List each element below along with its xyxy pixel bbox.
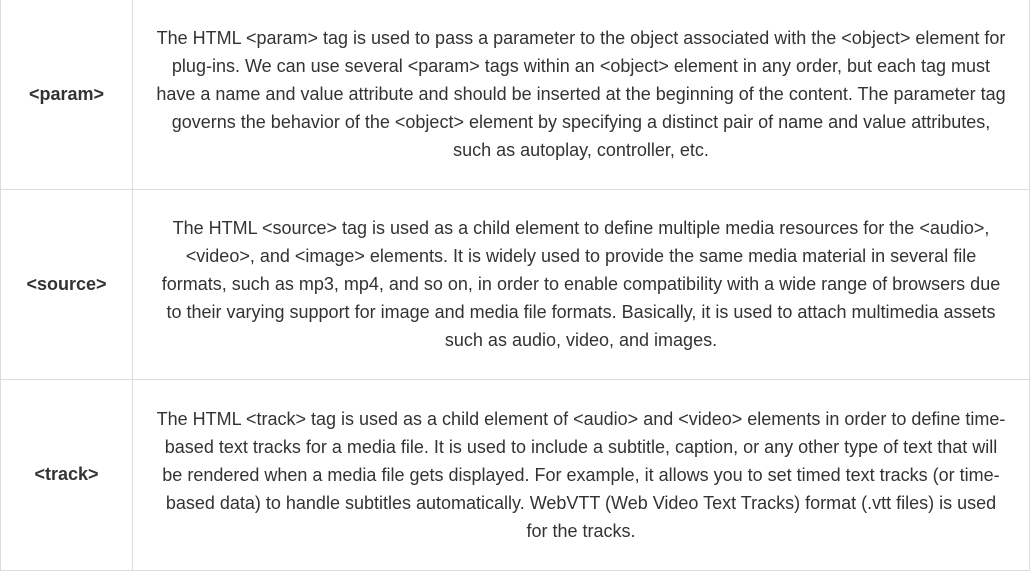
- tag-name-cell: <track>: [0, 378, 133, 571]
- table-row: <source> The HTML <source> tag is used a…: [0, 188, 1030, 380]
- tag-description-cell: The HTML <param> tag is used to pass a p…: [132, 0, 1030, 190]
- table-row: <param> The HTML <param> tag is used to …: [0, 0, 1030, 190]
- tag-name-cell: <param>: [0, 0, 133, 190]
- tag-description: The HTML <source> tag is used as a child…: [161, 218, 1001, 350]
- tag-name-cell: <source>: [0, 188, 133, 380]
- table-row: <track> The HTML <track> tag is used as …: [0, 378, 1030, 571]
- tag-description-cell: The HTML <track> tag is used as a child …: [132, 378, 1030, 571]
- html-tags-table: <param> The HTML <param> tag is used to …: [0, 0, 1030, 571]
- tag-description-cell: The HTML <source> tag is used as a child…: [132, 188, 1030, 380]
- tag-description: The HTML <param> tag is used to pass a p…: [156, 28, 1006, 161]
- tag-description: The HTML <track> tag is used as a child …: [156, 408, 1006, 541]
